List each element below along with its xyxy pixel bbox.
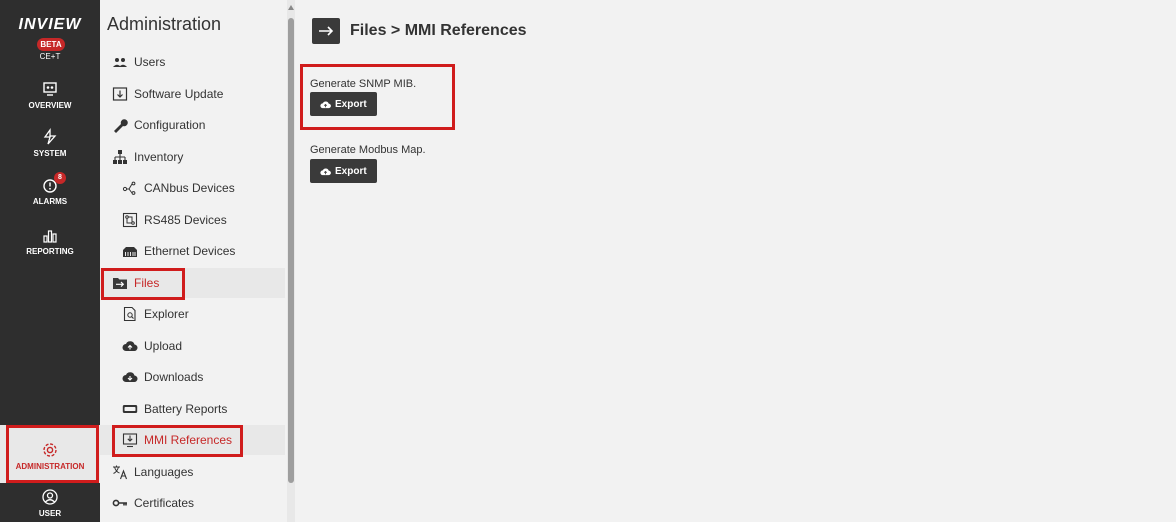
rail-label-reporting: REPORTING: [26, 247, 74, 256]
rail-label-user: USER: [38, 509, 62, 518]
modbus-map-label: Generate Modbus Map.: [310, 144, 426, 156]
sidebar-item-label: CANbus Devices: [144, 181, 235, 195]
cloud-upload-icon: [320, 100, 331, 108]
left-rail: INVIEW BETA CE+T OVERVIEW SYSTEM 8 ALARM…: [0, 0, 100, 522]
user-icon: [41, 488, 59, 506]
main-content: Files > MMI References Generate SNMP MIB…: [296, 0, 1176, 522]
cloud-download-icon: [121, 369, 139, 385]
monitor-icon: [41, 80, 59, 98]
sidebar-item-canbus-devices[interactable]: CANbus Devices: [121, 174, 235, 202]
sidebar-item-certificates[interactable]: Certificates: [111, 489, 194, 517]
sidebar-item-rs485-devices[interactable]: RS485 Devices: [121, 206, 227, 234]
sidebar-item-configuration[interactable]: Configuration: [111, 111, 205, 139]
file-search-icon: [121, 306, 139, 322]
rail-item-overview[interactable]: OVERVIEW: [0, 80, 100, 110]
sidebar-scroll-thumb[interactable]: [288, 18, 294, 483]
rail-label-administration: ADMINISTRATION: [15, 462, 85, 471]
snmp-mib-label: Generate SNMP MIB.: [310, 78, 417, 90]
sidebar-item-label: RS485 Devices: [144, 213, 227, 227]
export-snmp-button[interactable]: Export: [310, 92, 377, 116]
cloud-upload-icon: [121, 338, 139, 354]
ethernet-icon: [121, 243, 139, 259]
users-icon: [111, 54, 129, 70]
beta-badge: BETA: [37, 38, 65, 51]
gear-icon: [41, 441, 59, 459]
sidebar-item-label: Configuration: [134, 118, 206, 132]
arrow-right-icon: [312, 18, 340, 44]
sidebar-item-label: Inventory: [134, 150, 184, 164]
wrench-icon: [111, 117, 129, 133]
app-logo: INVIEW: [18, 16, 82, 33]
sidebar-item-software-update[interactable]: Software Update: [111, 80, 223, 108]
sidebar-item-label: Files: [134, 276, 160, 290]
sidebar-item-languages[interactable]: Languages: [111, 458, 193, 486]
rail-label-alarms: ALARMS: [32, 197, 68, 206]
scroll-up-icon[interactable]: [288, 5, 294, 10]
export-modbus-button[interactable]: Export: [310, 159, 377, 183]
sidebar-item-downloads[interactable]: Downloads: [121, 363, 203, 391]
bar-chart-icon: [41, 226, 59, 244]
rail-item-system[interactable]: SYSTEM: [0, 127, 100, 158]
battery-icon: [121, 401, 139, 417]
admin-sidebar: Administration Users Software Update Con…: [100, 0, 290, 522]
rail-label-overview: OVERVIEW: [28, 101, 72, 110]
export-label: Export: [335, 98, 367, 110]
rail-item-administration[interactable]: ADMINISTRATION: [0, 425, 100, 483]
sidebar-item-label: Software Update: [134, 87, 224, 101]
page-title: Files > MMI References: [312, 17, 527, 45]
sidebar-item-ethernet-devices[interactable]: Ethernet Devices: [121, 237, 235, 265]
rs485-icon: [121, 212, 139, 228]
sidebar-item-mmi-references[interactable]: MMI References: [100, 425, 285, 455]
sidebar-item-users[interactable]: Users: [111, 48, 165, 76]
sidebar-item-upload[interactable]: Upload: [121, 332, 182, 360]
sidebar-item-inventory[interactable]: Inventory: [111, 143, 183, 171]
sidebar-item-label: Upload: [144, 339, 183, 353]
sidebar-item-label: Explorer: [144, 307, 189, 321]
sidebar-item-label: Battery Reports: [144, 402, 228, 416]
sidebar-item-label: Certificates: [134, 496, 195, 510]
sidebar-item-files[interactable]: Files: [100, 268, 285, 298]
software-update-icon: [111, 86, 129, 102]
sidebar-title: Administration: [107, 14, 222, 34]
sidebar-item-label: Downloads: [144, 370, 204, 384]
sidebar-item-label: Ethernet Devices: [144, 244, 236, 258]
sidebar-item-label: Users: [134, 55, 166, 69]
inventory-tree-icon: [111, 149, 129, 165]
sidebar-item-label: MMI References: [144, 433, 233, 447]
page-title-text: Files > MMI References: [350, 22, 527, 39]
alarm-count-badge: 8: [54, 172, 66, 184]
cloud-upload-icon: [320, 167, 331, 175]
sidebar-item-label: Languages: [134, 465, 194, 479]
system-icon: [41, 127, 59, 146]
rail-item-user[interactable]: USER: [0, 488, 100, 518]
rail-item-reporting[interactable]: REPORTING: [0, 226, 100, 256]
rail-label-system: SYSTEM: [33, 149, 67, 158]
sidebar-item-explorer[interactable]: Explorer: [121, 300, 189, 328]
mmi-download-icon: [121, 432, 139, 448]
rail-item-alarms[interactable]: 8 ALARMS: [0, 172, 100, 206]
sidebar-item-battery-reports[interactable]: Battery Reports: [121, 395, 227, 423]
model-label: CE+T: [39, 52, 61, 61]
key-icon: [111, 495, 129, 511]
export-label: Export: [335, 165, 367, 177]
canbus-icon: [121, 180, 139, 196]
folder-arrow-icon: [111, 275, 129, 291]
languages-icon: [111, 464, 129, 480]
